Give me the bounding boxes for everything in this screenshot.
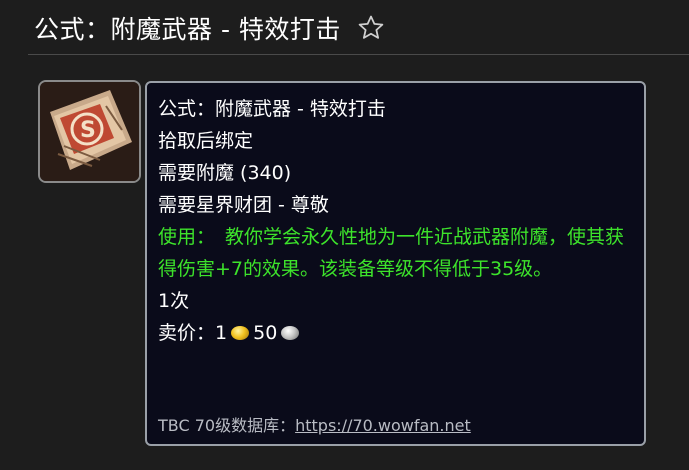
item-tooltip: 公式：附魔武器 - 特效打击 拾取后绑定 需要附魔 (340) 需要星界财团 -… bbox=[145, 81, 646, 446]
silver-coin-icon bbox=[281, 326, 300, 340]
recipe-scroll-icon: S bbox=[40, 82, 139, 181]
item-icon[interactable]: S bbox=[38, 80, 141, 183]
use-effect: 使用： 教你学会永久性地为一件近战武器附魔，使其获得伤害+7的效果。该装备等级不得… bbox=[158, 221, 628, 285]
sell-price: 卖价： 1 50 bbox=[158, 317, 644, 349]
reputation-requirement: 需要星界财团 - 尊敬 bbox=[158, 194, 329, 216]
use-label: 使用： bbox=[158, 226, 216, 248]
skill-requirement: 需要附魔 (340) bbox=[158, 162, 292, 184]
star-icon[interactable] bbox=[355, 12, 387, 44]
svg-text:S: S bbox=[80, 118, 96, 143]
silver-amount: 50 bbox=[253, 322, 278, 344]
gold-coin-icon bbox=[231, 326, 250, 340]
bind-text: 拾取后绑定 bbox=[158, 130, 254, 152]
charges: 1次 bbox=[158, 290, 190, 312]
database-footer: TBC 70级数据库：https://70.wowfan.net bbox=[158, 412, 471, 436]
item-name: 公式：附魔武器 - 特效打击 bbox=[158, 98, 386, 120]
gold-amount: 1 bbox=[215, 322, 228, 344]
use-text: 教你学会永久性地为一件近战武器附魔，使其获得伤害+7的效果。该装备等级不得低于3… bbox=[158, 226, 625, 280]
page-title: 公式：附魔武器 - 特效打击 bbox=[34, 15, 341, 44]
database-link[interactable]: https://70.wowfan.net bbox=[295, 416, 471, 435]
page-header: 公式：附魔武器 - 特效打击 bbox=[34, 6, 387, 50]
sell-label: 卖价： bbox=[158, 322, 216, 344]
header-divider bbox=[28, 54, 689, 55]
footer-label: TBC 70级数据库： bbox=[158, 416, 296, 435]
